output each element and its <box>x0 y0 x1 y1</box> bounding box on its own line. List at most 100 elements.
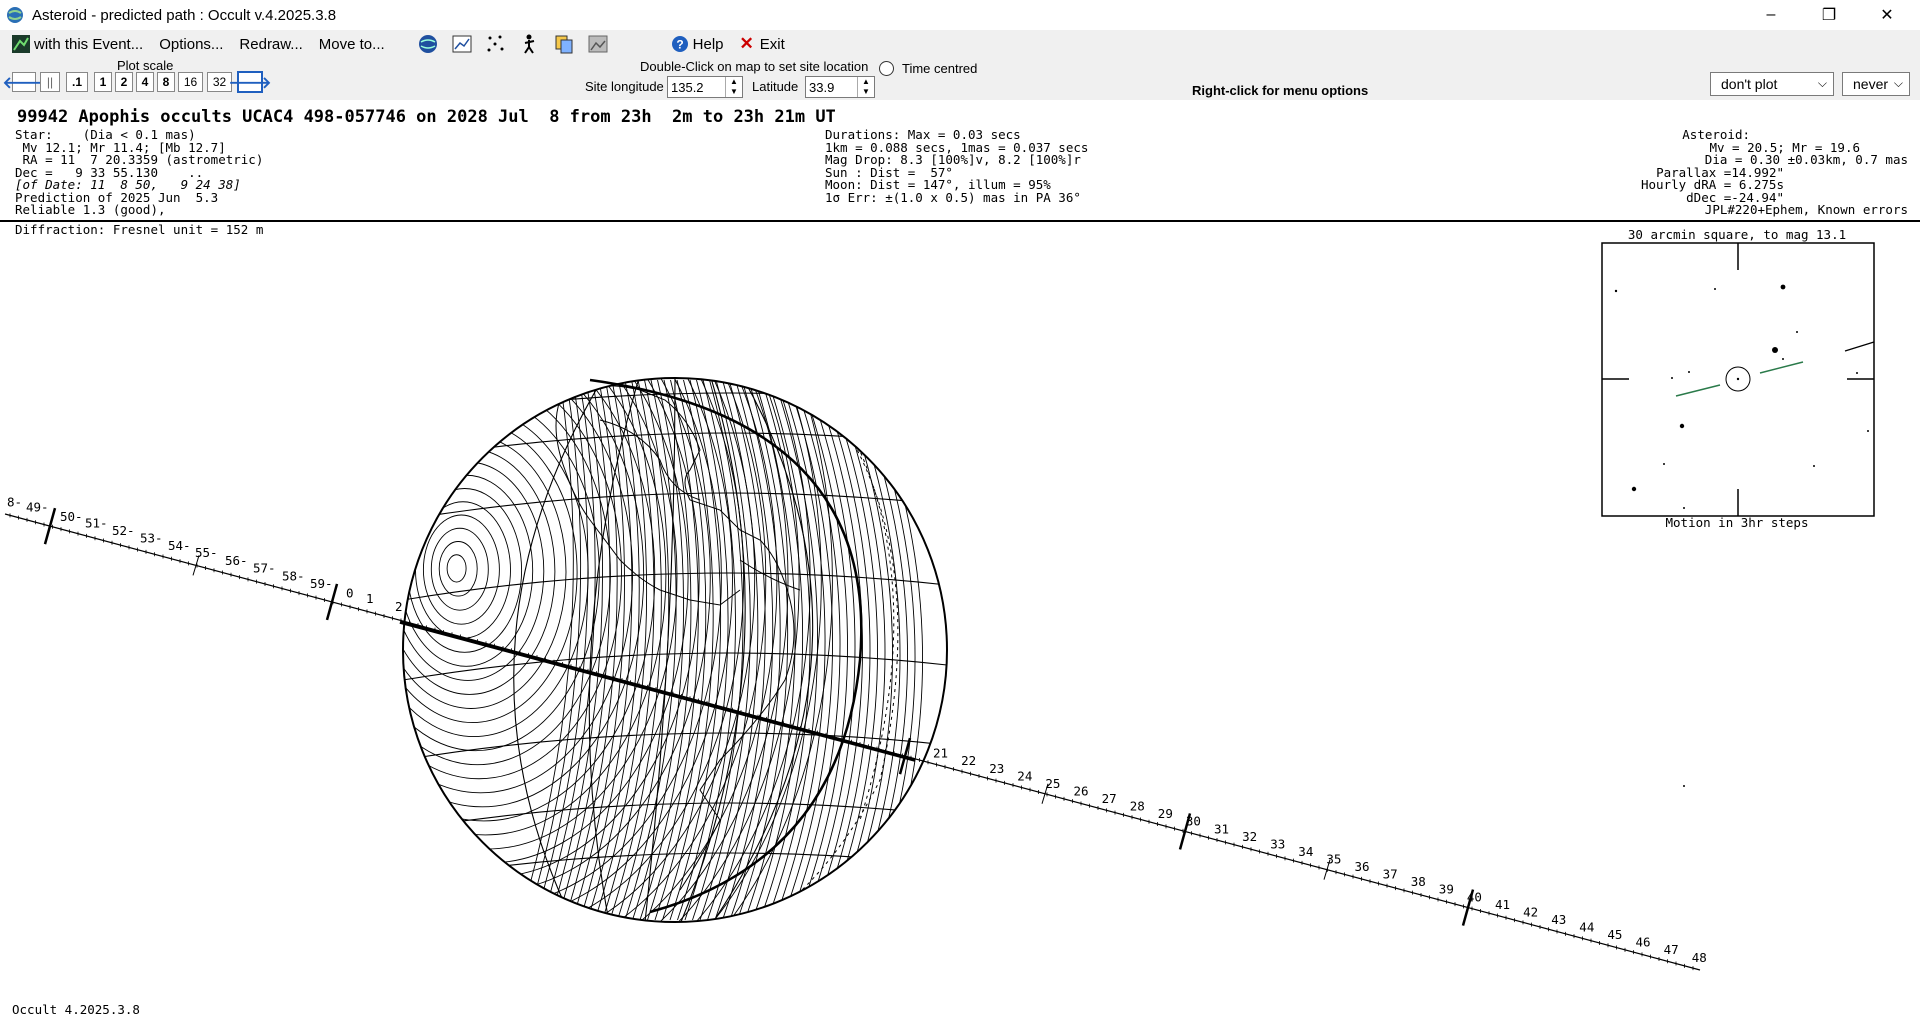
scale-button-8[interactable]: 8 <box>157 72 175 92</box>
version-footer: Occult 4.2025.3.8 <box>12 1002 140 1017</box>
path-time-label: 8- <box>7 495 22 510</box>
double-click-hint: Double-Click on map to set site location <box>640 59 869 74</box>
minimize-button[interactable]: – <box>1742 0 1800 30</box>
scale-button-0.1[interactable]: .1 <box>66 72 88 92</box>
path-time-label: 57- <box>253 561 276 576</box>
scale-button-1[interactable]: 1 <box>94 72 112 92</box>
path-time-label: 23 <box>989 761 1004 776</box>
star-chart-inset: 30 arcmin square, to mag 13.1 Motion in … <box>1601 227 1875 787</box>
path-time-label: 49- <box>26 500 49 515</box>
menu-help-label: Help <box>692 35 724 53</box>
menu-exit-label: Exit <box>759 35 785 53</box>
plot-scale-label: Plot scale <box>117 58 174 73</box>
pan-right-arrow-icon[interactable]: 🡒 <box>229 71 271 93</box>
path-time-label: 42 <box>1523 904 1538 919</box>
never-select[interactable]: never ⌵ <box>1842 72 1910 96</box>
path-time-label: 1 <box>366 591 374 606</box>
time-centred-radio[interactable] <box>879 61 894 76</box>
menu-with-this-event-label: with this Event... <box>34 35 144 53</box>
path-time-label: 31 <box>1214 821 1229 836</box>
path-time-label: 56- <box>225 553 248 568</box>
pan-left-arrow-icon[interactable]: 🡐 <box>3 72 45 92</box>
pause-button[interactable]: || <box>40 72 60 92</box>
scale-button-4[interactable]: 4 <box>136 72 154 92</box>
path-time-label: 44 <box>1579 920 1594 935</box>
image-icon[interactable] <box>587 33 609 55</box>
path-time-label: 37 <box>1383 867 1398 882</box>
chart-icon[interactable] <box>451 33 473 55</box>
path-time-label: 34 <box>1298 844 1313 859</box>
latitude-value: 33.9 <box>809 79 835 95</box>
path-time-label: 54- <box>168 538 191 553</box>
star-field-icon[interactable] <box>485 33 507 55</box>
site-longitude-label: Site longitude <box>585 79 664 94</box>
latitude-input[interactable]: 33.9 ▲ ▼ <box>805 76 875 98</box>
inset-caption: Motion in 3hr steps <box>1666 515 1809 530</box>
menu-exit[interactable]: ✕ Exit <box>732 30 793 58</box>
close-button[interactable]: ✕ <box>1858 0 1916 30</box>
event-headline: 99942 Apophis occults UCAC4 498-057746 o… <box>17 107 836 127</box>
help-icon: ? <box>671 36 688 52</box>
path-time-label: 24 <box>1017 768 1032 783</box>
plot-toolbar: Plot scale 🡐 || .1 1 2 4 8 16 32 🡒 Doubl… <box>0 58 1920 100</box>
scale-button-2[interactable]: 2 <box>115 72 133 92</box>
path-time-label: 58- <box>282 569 305 584</box>
inset-title: 30 arcmin square, to mag 13.1 <box>1628 227 1846 242</box>
path-time-label: 47 <box>1664 942 1679 957</box>
path-time-label: 36 <box>1355 859 1370 874</box>
menu-redraw[interactable]: Redraw... <box>231 30 310 58</box>
time-centred-label: Time centred <box>902 61 978 76</box>
menu-options[interactable]: Options... <box>151 30 231 58</box>
path-time-label: 35 <box>1326 851 1341 866</box>
event-icon <box>12 35 30 53</box>
path-time-label: 53- <box>140 530 163 545</box>
site-longitude-value: 135.2 <box>671 79 704 95</box>
site-longitude-input[interactable]: 135.2 ▲ ▼ <box>667 76 743 98</box>
path-time-label: 33 <box>1270 836 1285 851</box>
path-time-label: 55- <box>195 545 218 560</box>
path-time-label: 32 <box>1242 829 1257 844</box>
path-time-label: 43 <box>1551 912 1566 927</box>
chevron-down-icon: ⌵ <box>1893 76 1903 90</box>
path-time-label: 29 <box>1158 806 1173 821</box>
path-time-label: 40 <box>1467 889 1482 904</box>
path-time-label: 30 <box>1186 814 1201 829</box>
right-click-hint: Right-click for menu options <box>1192 83 1369 98</box>
globe-icon[interactable] <box>417 33 439 55</box>
plot-mode-select[interactable]: don't plot ⌵ <box>1710 72 1834 96</box>
star-line-6: Reliable 1.3 (good), <box>15 202 166 217</box>
path-time-label: 38 <box>1411 874 1426 889</box>
path-time-label: 28 <box>1130 799 1145 814</box>
path-time-label: 45 <box>1607 927 1622 942</box>
plot-mode-value: don't plot <box>1721 76 1778 92</box>
scale-button-16[interactable]: 16 <box>178 72 203 92</box>
menu-with-this-event[interactable]: with this Event... <box>0 30 151 58</box>
latitude-label: Latitude <box>752 79 799 94</box>
path-time-label: 21 <box>933 746 948 761</box>
path-time-label: 27 <box>1102 791 1117 806</box>
path-time-label: 59- <box>310 576 333 591</box>
maximize-button[interactable]: ❐ <box>1800 0 1858 30</box>
exit-icon: ✕ <box>739 34 754 53</box>
diffraction-text: Diffraction: Fresnel unit = 152 m <box>15 222 263 237</box>
site-longitude-spin-icon[interactable]: ▲ ▼ <box>725 77 742 97</box>
title-bar: Asteroid - predicted path : Occult v.4.2… <box>0 0 1920 30</box>
menu-bar: with this Event... Options... Redraw... … <box>0 30 1920 58</box>
event-info-panel: 99942 Apophis occults UCAC4 498-057746 o… <box>0 100 1920 222</box>
path-time-label: 52- <box>112 523 135 538</box>
observer-icon[interactable] <box>519 33 541 55</box>
path-time-label: 25 <box>1045 776 1060 791</box>
occultation-path-map[interactable]: Diffraction: Fresnel unit = 152 m 8- 49- 5… <box>0 222 1920 1020</box>
menu-move-to[interactable]: Move to... <box>311 30 393 58</box>
earth-globe <box>402 377 948 923</box>
asteroid-line-6: JPL#220+Ephem, Known errors <box>1704 202 1908 217</box>
app-globe-icon <box>7 7 23 23</box>
window-title: Asteroid - predicted path : Occult v.4.2… <box>32 6 337 24</box>
never-value: never <box>1853 76 1889 92</box>
menu-help[interactable]: ? Help <box>663 30 732 58</box>
latitude-spin-icon[interactable]: ▲ ▼ <box>857 77 874 97</box>
path-time-label: 51- <box>85 516 108 531</box>
copy-icon[interactable] <box>553 33 575 55</box>
svg-text:?: ? <box>676 38 683 52</box>
path-time-label: 0 <box>346 586 354 601</box>
